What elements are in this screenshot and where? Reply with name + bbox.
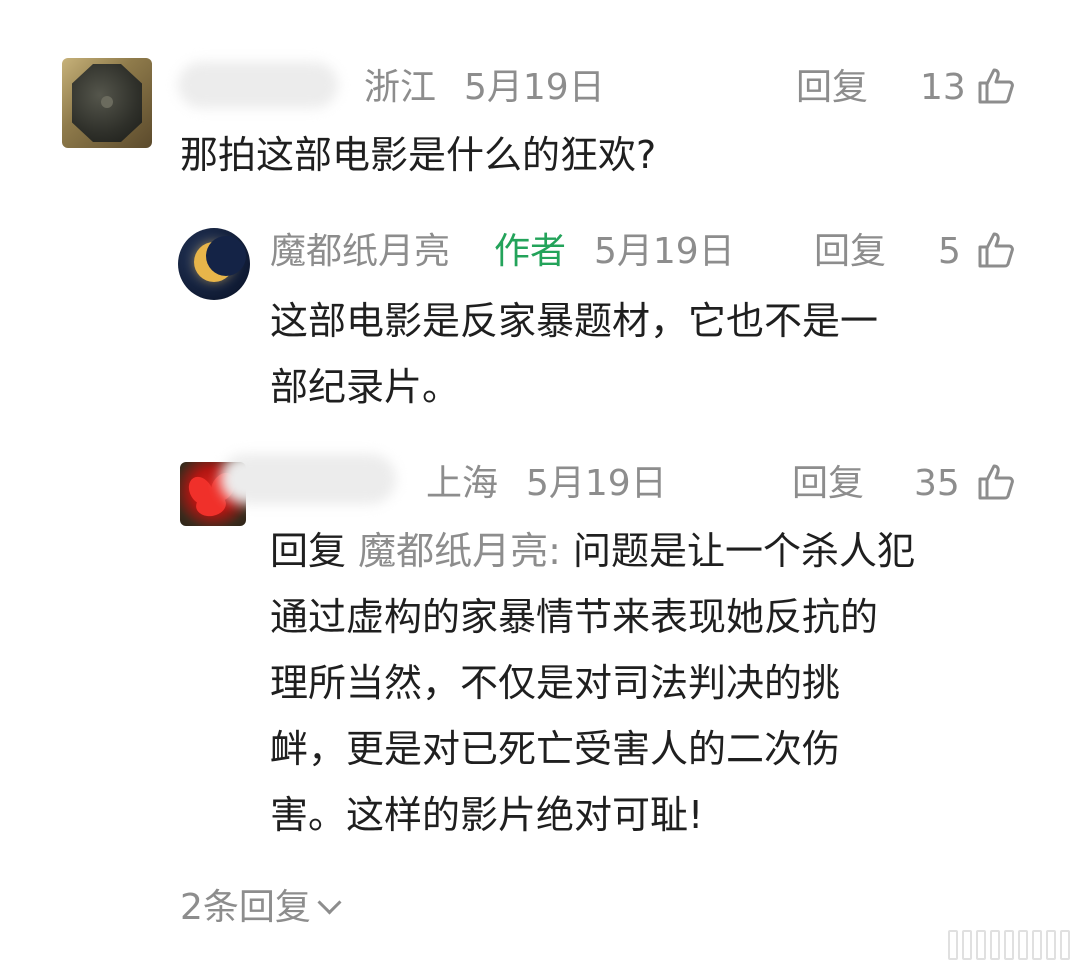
comment-text-line: 部纪录片。 <box>270 365 461 409</box>
comment-text: 这部电影是反家暴题材，它也不是一 部纪录片。 <box>270 288 878 420</box>
reply-button[interactable]: 回复 <box>792 466 864 502</box>
blurred-username <box>220 454 396 504</box>
reply-target-username[interactable]: 魔都纸月亮: <box>358 529 561 573</box>
comment-text-line: 害。这样的影片绝对可耻! <box>270 793 704 837</box>
chevron-down-icon <box>317 890 342 915</box>
reply-prefix: 回复 <box>270 529 359 573</box>
comment-date: 5月19日 <box>526 463 667 504</box>
comment-location: 浙江 <box>364 67 437 108</box>
thumbs-up-icon[interactable] <box>976 462 1016 502</box>
comment-text-line: 理所当然，不仅是对司法判决的挑 <box>270 661 841 705</box>
watermark-icon <box>948 930 1070 960</box>
comment-date: 5月19日 <box>464 67 605 108</box>
thumbs-up-icon[interactable] <box>976 66 1016 106</box>
like-count: 5 <box>938 231 961 272</box>
comment-text-line: 这部电影是反家暴题材，它也不是一 <box>270 299 879 343</box>
comment-text-line: 通过虚构的家暴情节来表现她反抗的 <box>270 595 879 639</box>
avatar[interactable] <box>62 58 152 148</box>
comment-text-line: 衅，更是对已死亡受害人的二次伤 <box>270 727 841 771</box>
comment-location: 上海 <box>426 463 499 504</box>
comment-username[interactable]: 魔都纸月亮 <box>270 234 450 270</box>
comment-date: 5月19日 <box>594 231 735 272</box>
comment-text: 回复 魔都纸月亮: 问题是让一个杀人犯 通过虚构的家暴情节来表现她反抗的 理所当… <box>270 518 915 848</box>
avatar[interactable] <box>178 228 250 300</box>
comment-text-line: 回复 魔都纸月亮: 问题是让一个杀人犯 <box>270 518 915 584</box>
reply-button[interactable]: 回复 <box>814 234 886 270</box>
more-replies-label: 2条回复 <box>180 887 311 928</box>
author-badge: 作者 <box>494 231 567 272</box>
like-count: 35 <box>914 463 960 504</box>
more-replies-button[interactable]: 2条回复 <box>180 887 342 928</box>
like-count: 13 <box>920 67 966 108</box>
thumbs-up-icon[interactable] <box>976 230 1016 270</box>
comment-text-first: 问题是让一个杀人犯 <box>560 529 915 573</box>
comment-text-line: 那拍这部电影是什么的狂欢? <box>180 133 657 177</box>
reply-button[interactable]: 回复 <box>796 70 868 106</box>
comment-text: 那拍这部电影是什么的狂欢? <box>180 122 656 188</box>
blurred-username <box>178 62 338 108</box>
